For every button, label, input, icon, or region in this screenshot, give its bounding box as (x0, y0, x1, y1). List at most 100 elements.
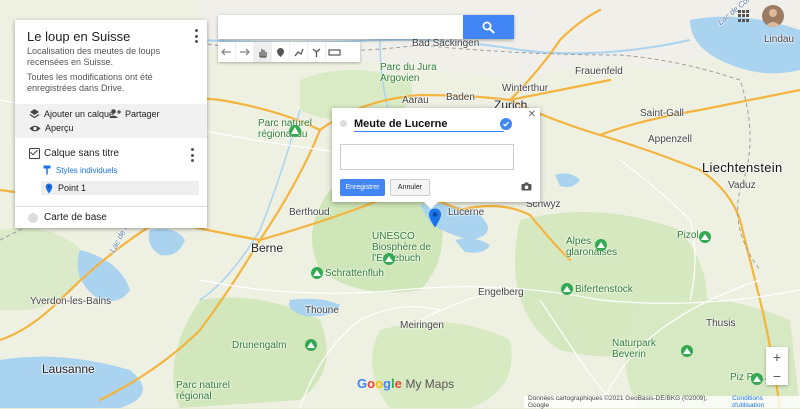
search-button[interactable] (463, 15, 514, 39)
apps-grid-icon[interactable] (738, 10, 750, 22)
save-button[interactable]: Enregistrer (340, 179, 385, 196)
save-status: Toutes les modifications ont été enregis… (27, 72, 153, 93)
map-label-thusis: Thusis (706, 318, 736, 329)
feature-list-item[interactable]: Point 1 (41, 181, 199, 195)
map-description[interactable]: Localisation des meutes de loups recensé… (27, 46, 199, 68)
cancel-button[interactable]: Annuler (390, 179, 430, 196)
map-label-lausanne: Lausanne (42, 362, 95, 376)
park-icon (289, 125, 301, 137)
map-label-liechtenstein: Liechtenstein (702, 160, 783, 175)
description-field[interactable] (340, 144, 514, 170)
avatar[interactable] (762, 5, 784, 27)
add-layer-button[interactable]: Ajouter un calque (29, 108, 114, 119)
layer-title[interactable]: Calque sans titre (44, 148, 119, 159)
preview-button[interactable]: Aperçu (29, 123, 74, 133)
layer-options-icon[interactable] (189, 148, 195, 162)
camera-icon[interactable] (521, 182, 532, 191)
map-label-frauenfeld: Frauenfeld (575, 66, 623, 77)
feature-info-window: Meute de Lucerne ✕ Enregistrer Annuler (332, 108, 540, 209)
map-label-appenzell: Appenzell (648, 134, 692, 145)
map-marker-icon[interactable] (428, 208, 442, 228)
google-my-maps-logo: Google My Maps (357, 376, 454, 391)
map-label-drunengalm: Drunengalm (232, 340, 287, 351)
feature-name: Point 1 (58, 183, 87, 193)
map-label-naturpark-beverin: Naturpark Beverin (612, 338, 656, 360)
select-tool-button[interactable] (254, 42, 272, 62)
peak-icon (681, 345, 693, 357)
map-label-lindau: Lindau (764, 34, 795, 45)
map-label-saint-gall: Saint-Gall (640, 108, 684, 119)
google-wordmark: Google (357, 376, 402, 391)
draw-line-icon (294, 48, 304, 56)
map-toolbar (218, 42, 360, 62)
redo-icon (240, 48, 250, 55)
add-marker-button[interactable] (272, 42, 290, 62)
draw-line-button[interactable] (290, 42, 308, 62)
map-label-berthoud: Berthoud (289, 207, 330, 218)
search-box (218, 15, 514, 39)
check-icon[interactable] (500, 118, 512, 130)
zoom-out-button[interactable]: − (766, 366, 788, 385)
layer-style-link[interactable]: Styles individuels (43, 165, 117, 175)
add-person-icon (109, 109, 121, 118)
directions-icon (312, 48, 321, 57)
paint-roller-icon (43, 165, 51, 175)
map-attribution: Données cartographiques ©2021 GeoBasis-D… (524, 395, 800, 409)
map-label-schrattenfluh: Schrattenfluh (325, 268, 384, 279)
marker-icon (277, 47, 284, 57)
peak-icon (751, 373, 763, 385)
zoom-control: + − (766, 347, 788, 385)
layers-icon (29, 109, 40, 119)
map-label-bad-sackingen: Bad Säckingen (412, 38, 480, 49)
map-label-bifertenstock: Bifertenstock (575, 284, 633, 295)
style-icon[interactable] (340, 120, 347, 127)
map-label-lucerne: Lucerne (448, 207, 485, 218)
zoom-in-button[interactable]: + (766, 347, 788, 366)
marker-icon (45, 183, 53, 193)
share-button[interactable]: Partager (109, 108, 160, 119)
peak-icon (383, 253, 395, 265)
map-label-berne: Berne (251, 241, 284, 255)
peak-icon (305, 339, 317, 351)
undo-button[interactable] (218, 42, 236, 62)
layer-visibility-checkbox[interactable] (29, 148, 40, 159)
redo-button[interactable] (236, 42, 254, 62)
basemap-label: Carte de base (44, 212, 107, 223)
panel-actions: Ajouter un calque Partager Aperçu (15, 104, 207, 138)
my-maps-wordmark: My Maps (405, 377, 455, 391)
peak-icon (561, 283, 573, 295)
hand-icon (259, 48, 267, 58)
title-underline (354, 131, 504, 132)
directions-button[interactable] (308, 42, 326, 62)
terms-link[interactable]: Conditions d'utilisation (732, 395, 796, 409)
map-title[interactable]: Le loup en Suisse (27, 29, 130, 44)
peak-icon (699, 231, 711, 243)
attribution-text: Données cartographiques ©2021 GeoBasis-D… (528, 395, 708, 409)
search-input[interactable] (218, 15, 468, 39)
add-layer-label: Ajouter un calque (44, 108, 115, 119)
peak-icon (595, 239, 607, 251)
map-label-parc-naturel-regional: Parc naturel régional (176, 380, 230, 402)
ruler-icon (328, 48, 341, 56)
map-label-yverdon: Yverdon-les-Bains (30, 296, 112, 307)
basemap-section[interactable]: Carte de base (15, 206, 207, 229)
map-legend-panel: Le loup en Suisse Localisation des meute… (15, 20, 207, 228)
feature-title-input[interactable]: Meute de Lucerne (354, 118, 448, 130)
peak-icon (311, 267, 323, 279)
close-icon[interactable]: ✕ (528, 109, 536, 120)
measure-button[interactable] (326, 42, 343, 62)
layer-section: Calque sans titre Styles individuels Poi… (15, 141, 207, 205)
more-options-icon[interactable] (193, 29, 199, 43)
map-label-engelberg: Engelberg (478, 287, 524, 298)
map-label-baden: Baden (446, 92, 475, 103)
share-label: Partager (125, 108, 160, 119)
map-label-pizol: Pizol (677, 230, 699, 241)
preview-label: Aperçu (45, 123, 74, 133)
eye-icon (29, 125, 41, 131)
map-label-vaduz: Vaduz (728, 180, 756, 191)
map-label-thoune: Thoune (305, 305, 339, 316)
map-label-aarau: Aarau (402, 95, 429, 106)
layer-style-label: Styles individuels (56, 165, 118, 175)
map-label-meiringen: Meiringen (400, 320, 444, 331)
expand-icon[interactable] (28, 213, 38, 223)
